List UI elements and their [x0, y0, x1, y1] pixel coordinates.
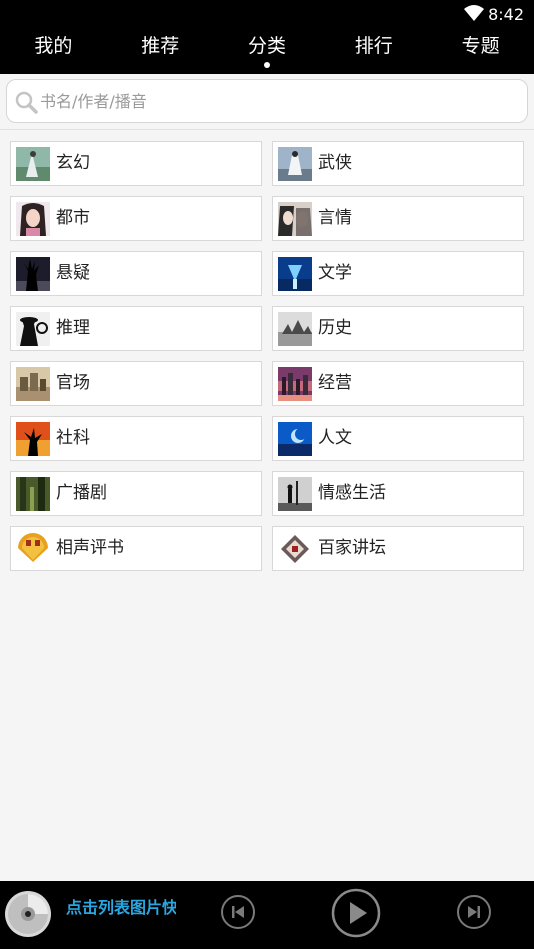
- history-thumb-icon: [278, 312, 312, 346]
- category-history[interactable]: 历史: [272, 306, 524, 351]
- category-business[interactable]: 经营: [272, 361, 524, 406]
- category-label: 武侠: [318, 153, 352, 173]
- category-officialdom[interactable]: 官场: [10, 361, 262, 406]
- category-label: 相声评书: [56, 538, 124, 558]
- search-icon: [15, 91, 38, 114]
- business-thumb-icon: [278, 367, 312, 401]
- tab-topics[interactable]: 专题: [427, 28, 534, 74]
- category-radio-drama[interactable]: 广播剧: [10, 471, 262, 516]
- category-label: 广播剧: [56, 483, 107, 503]
- category-label: 历史: [318, 318, 352, 338]
- category-label: 经营: [318, 373, 352, 393]
- detective-thumb-icon: [16, 312, 50, 346]
- search-box[interactable]: [6, 79, 528, 123]
- tab-label: 排行: [354, 35, 393, 57]
- category-wuxia[interactable]: 武侠: [272, 141, 524, 186]
- play-button[interactable]: [330, 887, 382, 939]
- tab-label: 推荐: [141, 35, 180, 57]
- social-science-thumb-icon: [16, 422, 50, 456]
- wifi-icon: [464, 5, 484, 21]
- next-track-button[interactable]: [456, 894, 492, 930]
- category-suspense[interactable]: 悬疑: [10, 251, 262, 296]
- radio-drama-thumb-icon: [16, 477, 50, 511]
- status-bar: 8:42: [0, 0, 534, 28]
- emotional-life-thumb-icon: [278, 477, 312, 511]
- category-crosstalk[interactable]: 相声评书: [10, 526, 262, 571]
- cd-disc-icon[interactable]: [4, 890, 52, 938]
- tab-recommend[interactable]: 推荐: [107, 28, 214, 74]
- tab-ranking[interactable]: 排行: [320, 28, 427, 74]
- category-humanities[interactable]: 人文: [272, 416, 524, 461]
- tab-category[interactable]: 分类: [214, 28, 321, 74]
- humanities-thumb-icon: [278, 422, 312, 456]
- category-label: 官场: [56, 373, 90, 393]
- category-label: 推理: [56, 318, 90, 338]
- previous-track-button[interactable]: [220, 894, 256, 930]
- category-label: 百家讲坛: [318, 538, 386, 558]
- tab-mine[interactable]: 我的: [0, 28, 107, 74]
- category-social-science[interactable]: 社科: [10, 416, 262, 461]
- category-label: 情感生活: [318, 483, 386, 503]
- status-time: 8:42: [488, 5, 524, 24]
- search-input[interactable]: [40, 88, 510, 114]
- suspense-thumb-icon: [16, 257, 50, 291]
- fantasy-thumb-icon: [16, 147, 50, 181]
- category-label: 悬疑: [56, 263, 90, 283]
- crosstalk-thumb-icon: [16, 532, 50, 566]
- category-label: 都市: [56, 208, 90, 228]
- romance-thumb-icon: [278, 202, 312, 236]
- officialdom-thumb-icon: [16, 367, 50, 401]
- active-tab-indicator: [263, 62, 270, 68]
- literature-thumb-icon: [278, 257, 312, 291]
- category-label: 社科: [56, 428, 90, 448]
- category-label: 人文: [318, 428, 352, 448]
- now-playing-title: 点击列表图片快速播放: [66, 898, 176, 917]
- tab-label: 专题: [461, 35, 500, 57]
- player-bar: 点击列表图片快速播放: [0, 881, 534, 949]
- category-urban[interactable]: 都市: [10, 196, 262, 241]
- category-lecture-room[interactable]: 百家讲坛: [272, 526, 524, 571]
- category-detective[interactable]: 推理: [10, 306, 262, 351]
- wuxia-thumb-icon: [278, 147, 312, 181]
- category-emotional-life[interactable]: 情感生活: [272, 471, 524, 516]
- tab-label: 分类: [247, 35, 286, 57]
- category-romance[interactable]: 言情: [272, 196, 524, 241]
- category-literature[interactable]: 文学: [272, 251, 524, 296]
- category-label: 文学: [318, 263, 352, 283]
- urban-thumb-icon: [16, 202, 50, 236]
- tab-label: 我的: [34, 35, 73, 57]
- category-label: 言情: [318, 208, 352, 228]
- category-label: 玄幻: [56, 153, 90, 173]
- category-fantasy[interactable]: 玄幻: [10, 141, 262, 186]
- search-bar-container: [0, 74, 534, 130]
- lecture-room-thumb-icon: [278, 532, 312, 566]
- top-nav: 我的 推荐 分类 排行 专题: [0, 28, 534, 74]
